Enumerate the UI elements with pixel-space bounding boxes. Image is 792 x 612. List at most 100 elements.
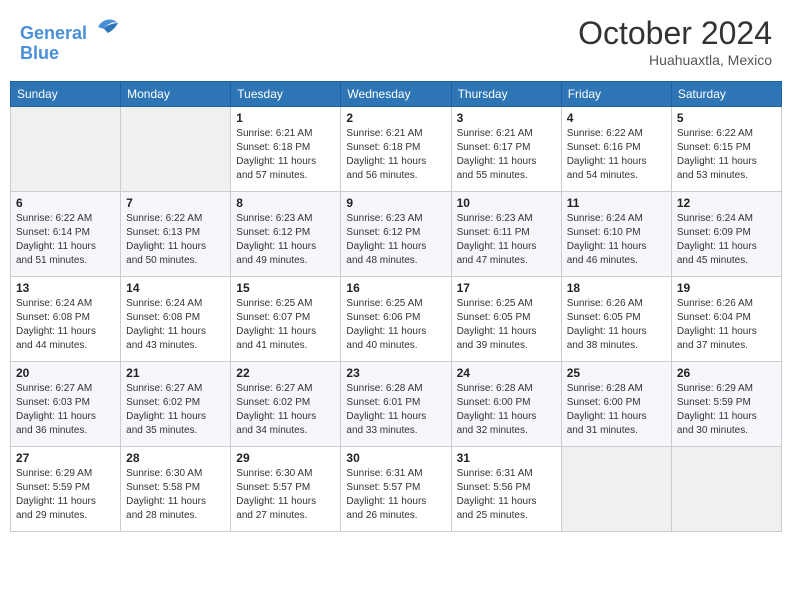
day-info: Sunrise: 6:22 AM Sunset: 6:15 PM Dayligh… [677,127,776,183]
day-info: Sunrise: 6:22 AM Sunset: 6:14 PM Dayligh… [16,212,115,268]
day-number: 4 [567,111,666,125]
day-info: Sunrise: 6:22 AM Sunset: 6:16 PM Dayligh… [567,127,666,183]
day-number: 19 [677,281,776,295]
day-number: 14 [126,281,225,295]
day-info: Sunrise: 6:29 AM Sunset: 5:59 PM Dayligh… [677,382,776,438]
day-info: Sunrise: 6:23 AM Sunset: 6:12 PM Dayligh… [236,212,335,268]
day-info: Sunrise: 6:26 AM Sunset: 6:05 PM Dayligh… [567,297,666,353]
day-info: Sunrise: 6:25 AM Sunset: 6:06 PM Dayligh… [346,297,445,353]
day-info: Sunrise: 6:24 AM Sunset: 6:08 PM Dayligh… [126,297,225,353]
month-title: October 2024 [578,15,772,52]
day-number: 30 [346,451,445,465]
day-number: 6 [16,196,115,210]
calendar-cell: 24Sunrise: 6:28 AM Sunset: 6:00 PM Dayli… [451,362,561,447]
logo: General Blue [20,15,122,64]
day-number: 20 [16,366,115,380]
day-number: 11 [567,196,666,210]
day-number: 31 [457,451,556,465]
day-info: Sunrise: 6:28 AM Sunset: 6:00 PM Dayligh… [567,382,666,438]
day-header-sunday: Sunday [11,82,121,107]
calendar-cell: 17 Sunrise: 6:25 AM Sunset: 6:05 PM Dayli… [451,277,561,362]
day-number: 25 [567,366,666,380]
day-number: 7 [126,196,225,210]
day-number: 26 [677,366,776,380]
calendar-cell: 15Sunrise: 6:25 AM Sunset: 6:07 PM Dayli… [231,277,341,362]
day-number: 21 [126,366,225,380]
calendar-cell: 12 Sunrise: 6:24 AM Sunset: 6:09 PM Dayli… [671,192,781,277]
calendar-cell: 28 Sunrise: 6:30 AM Sunset: 5:58 PM Dayli… [121,447,231,532]
page-header: General Blue October 2024 Huahuaxtla, Me… [10,10,782,73]
calendar-table: SundayMondayTuesdayWednesdayThursdayFrid… [10,81,782,532]
day-number: 17 [457,281,556,295]
calendar-cell: 13 Sunrise: 6:24 AM Sunset: 6:08 PM Dayli… [11,277,121,362]
calendar-cell: 7 Sunrise: 6:22 AM Sunset: 6:13 PM Daylig… [121,192,231,277]
calendar-cell: 30 Sunrise: 6:31 AM Sunset: 5:57 PM Dayli… [341,447,451,532]
day-info: Sunrise: 6:24 AM Sunset: 6:08 PM Dayligh… [16,297,115,353]
day-number: 13 [16,281,115,295]
day-info: Sunrise: 6:30 AM Sunset: 5:58 PM Dayligh… [126,467,225,523]
title-block: October 2024 Huahuaxtla, Mexico [578,15,772,68]
week-row-5: 27 Sunrise: 6:29 AM Sunset: 5:59 PM Dayli… [11,447,782,532]
calendar-cell: 14 Sunrise: 6:24 AM Sunset: 6:08 PM Dayli… [121,277,231,362]
calendar-cell: 21 Sunrise: 6:27 AM Sunset: 6:02 PM Dayli… [121,362,231,447]
day-header-monday: Monday [121,82,231,107]
calendar-cell: 11 Sunrise: 6:24 AM Sunset: 6:10 PM Dayli… [561,192,671,277]
calendar-cell: 2 Sunrise: 6:21 AM Sunset: 6:18 PM Daylig… [341,107,451,192]
day-header-saturday: Saturday [671,82,781,107]
logo-general: General [20,23,87,43]
day-info: Sunrise: 6:21 AM Sunset: 6:18 PM Dayligh… [346,127,445,183]
day-number: 8 [236,196,335,210]
day-info: Sunrise: 6:24 AM Sunset: 6:09 PM Dayligh… [677,212,776,268]
location: Huahuaxtla, Mexico [578,52,772,68]
day-number: 3 [457,111,556,125]
calendar-cell: 8 Sunrise: 6:23 AM Sunset: 6:12 PM Daylig… [231,192,341,277]
day-number: 1 [236,111,335,125]
day-info: Sunrise: 6:31 AM Sunset: 5:56 PM Dayligh… [457,467,556,523]
day-info: Sunrise: 6:23 AM Sunset: 6:12 PM Dayligh… [346,212,445,268]
day-number: 18 [567,281,666,295]
calendar-header-row: SundayMondayTuesdayWednesdayThursdayFrid… [11,82,782,107]
week-row-1: 1 Sunrise: 6:21 AM Sunset: 6:18 PM Daylig… [11,107,782,192]
week-row-3: 13 Sunrise: 6:24 AM Sunset: 6:08 PM Dayli… [11,277,782,362]
calendar-cell [11,107,121,192]
day-info: Sunrise: 6:22 AM Sunset: 6:13 PM Dayligh… [126,212,225,268]
day-info: Sunrise: 6:25 AM Sunset: 6:05 PM Dayligh… [457,297,556,353]
calendar-cell: 9 Sunrise: 6:23 AM Sunset: 6:12 PM Daylig… [341,192,451,277]
calendar-cell: 31 Sunrise: 6:31 AM Sunset: 5:56 PM Dayli… [451,447,561,532]
day-number: 12 [677,196,776,210]
day-number: 2 [346,111,445,125]
day-info: Sunrise: 6:31 AM Sunset: 5:57 PM Dayligh… [346,467,445,523]
day-number: 24 [457,366,556,380]
logo-bird-icon [94,15,122,39]
calendar-cell [121,107,231,192]
calendar-cell: 18 Sunrise: 6:26 AM Sunset: 6:05 PM Dayli… [561,277,671,362]
day-info: Sunrise: 6:27 AM Sunset: 6:02 PM Dayligh… [236,382,335,438]
calendar-cell: 29Sunrise: 6:30 AM Sunset: 5:57 PM Dayli… [231,447,341,532]
day-info: Sunrise: 6:27 AM Sunset: 6:02 PM Dayligh… [126,382,225,438]
day-number: 27 [16,451,115,465]
calendar-cell [561,447,671,532]
day-info: Sunrise: 6:24 AM Sunset: 6:10 PM Dayligh… [567,212,666,268]
calendar-cell: 3 Sunrise: 6:21 AM Sunset: 6:17 PM Daylig… [451,107,561,192]
calendar-cell: 1 Sunrise: 6:21 AM Sunset: 6:18 PM Daylig… [231,107,341,192]
calendar-cell: 25 Sunrise: 6:28 AM Sunset: 6:00 PM Dayli… [561,362,671,447]
day-info: Sunrise: 6:29 AM Sunset: 5:59 PM Dayligh… [16,467,115,523]
calendar-cell: 16Sunrise: 6:25 AM Sunset: 6:06 PM Dayli… [341,277,451,362]
calendar-cell: 20Sunrise: 6:27 AM Sunset: 6:03 PM Dayli… [11,362,121,447]
day-number: 10 [457,196,556,210]
day-info: Sunrise: 6:26 AM Sunset: 6:04 PM Dayligh… [677,297,776,353]
day-info: Sunrise: 6:28 AM Sunset: 6:01 PM Dayligh… [346,382,445,438]
calendar-cell: 27 Sunrise: 6:29 AM Sunset: 5:59 PM Dayli… [11,447,121,532]
day-number: 5 [677,111,776,125]
day-header-wednesday: Wednesday [341,82,451,107]
calendar-cell: 23Sunrise: 6:28 AM Sunset: 6:01 PM Dayli… [341,362,451,447]
calendar-cell: 4 Sunrise: 6:22 AM Sunset: 6:16 PM Daylig… [561,107,671,192]
day-info: Sunrise: 6:23 AM Sunset: 6:11 PM Dayligh… [457,212,556,268]
day-info: Sunrise: 6:21 AM Sunset: 6:18 PM Dayligh… [236,127,335,183]
day-number: 9 [346,196,445,210]
calendar-cell: 6 Sunrise: 6:22 AM Sunset: 6:14 PM Daylig… [11,192,121,277]
calendar-cell: 19 Sunrise: 6:26 AM Sunset: 6:04 PM Dayli… [671,277,781,362]
day-number: 28 [126,451,225,465]
day-info: Sunrise: 6:21 AM Sunset: 6:17 PM Dayligh… [457,127,556,183]
week-row-2: 6 Sunrise: 6:22 AM Sunset: 6:14 PM Daylig… [11,192,782,277]
